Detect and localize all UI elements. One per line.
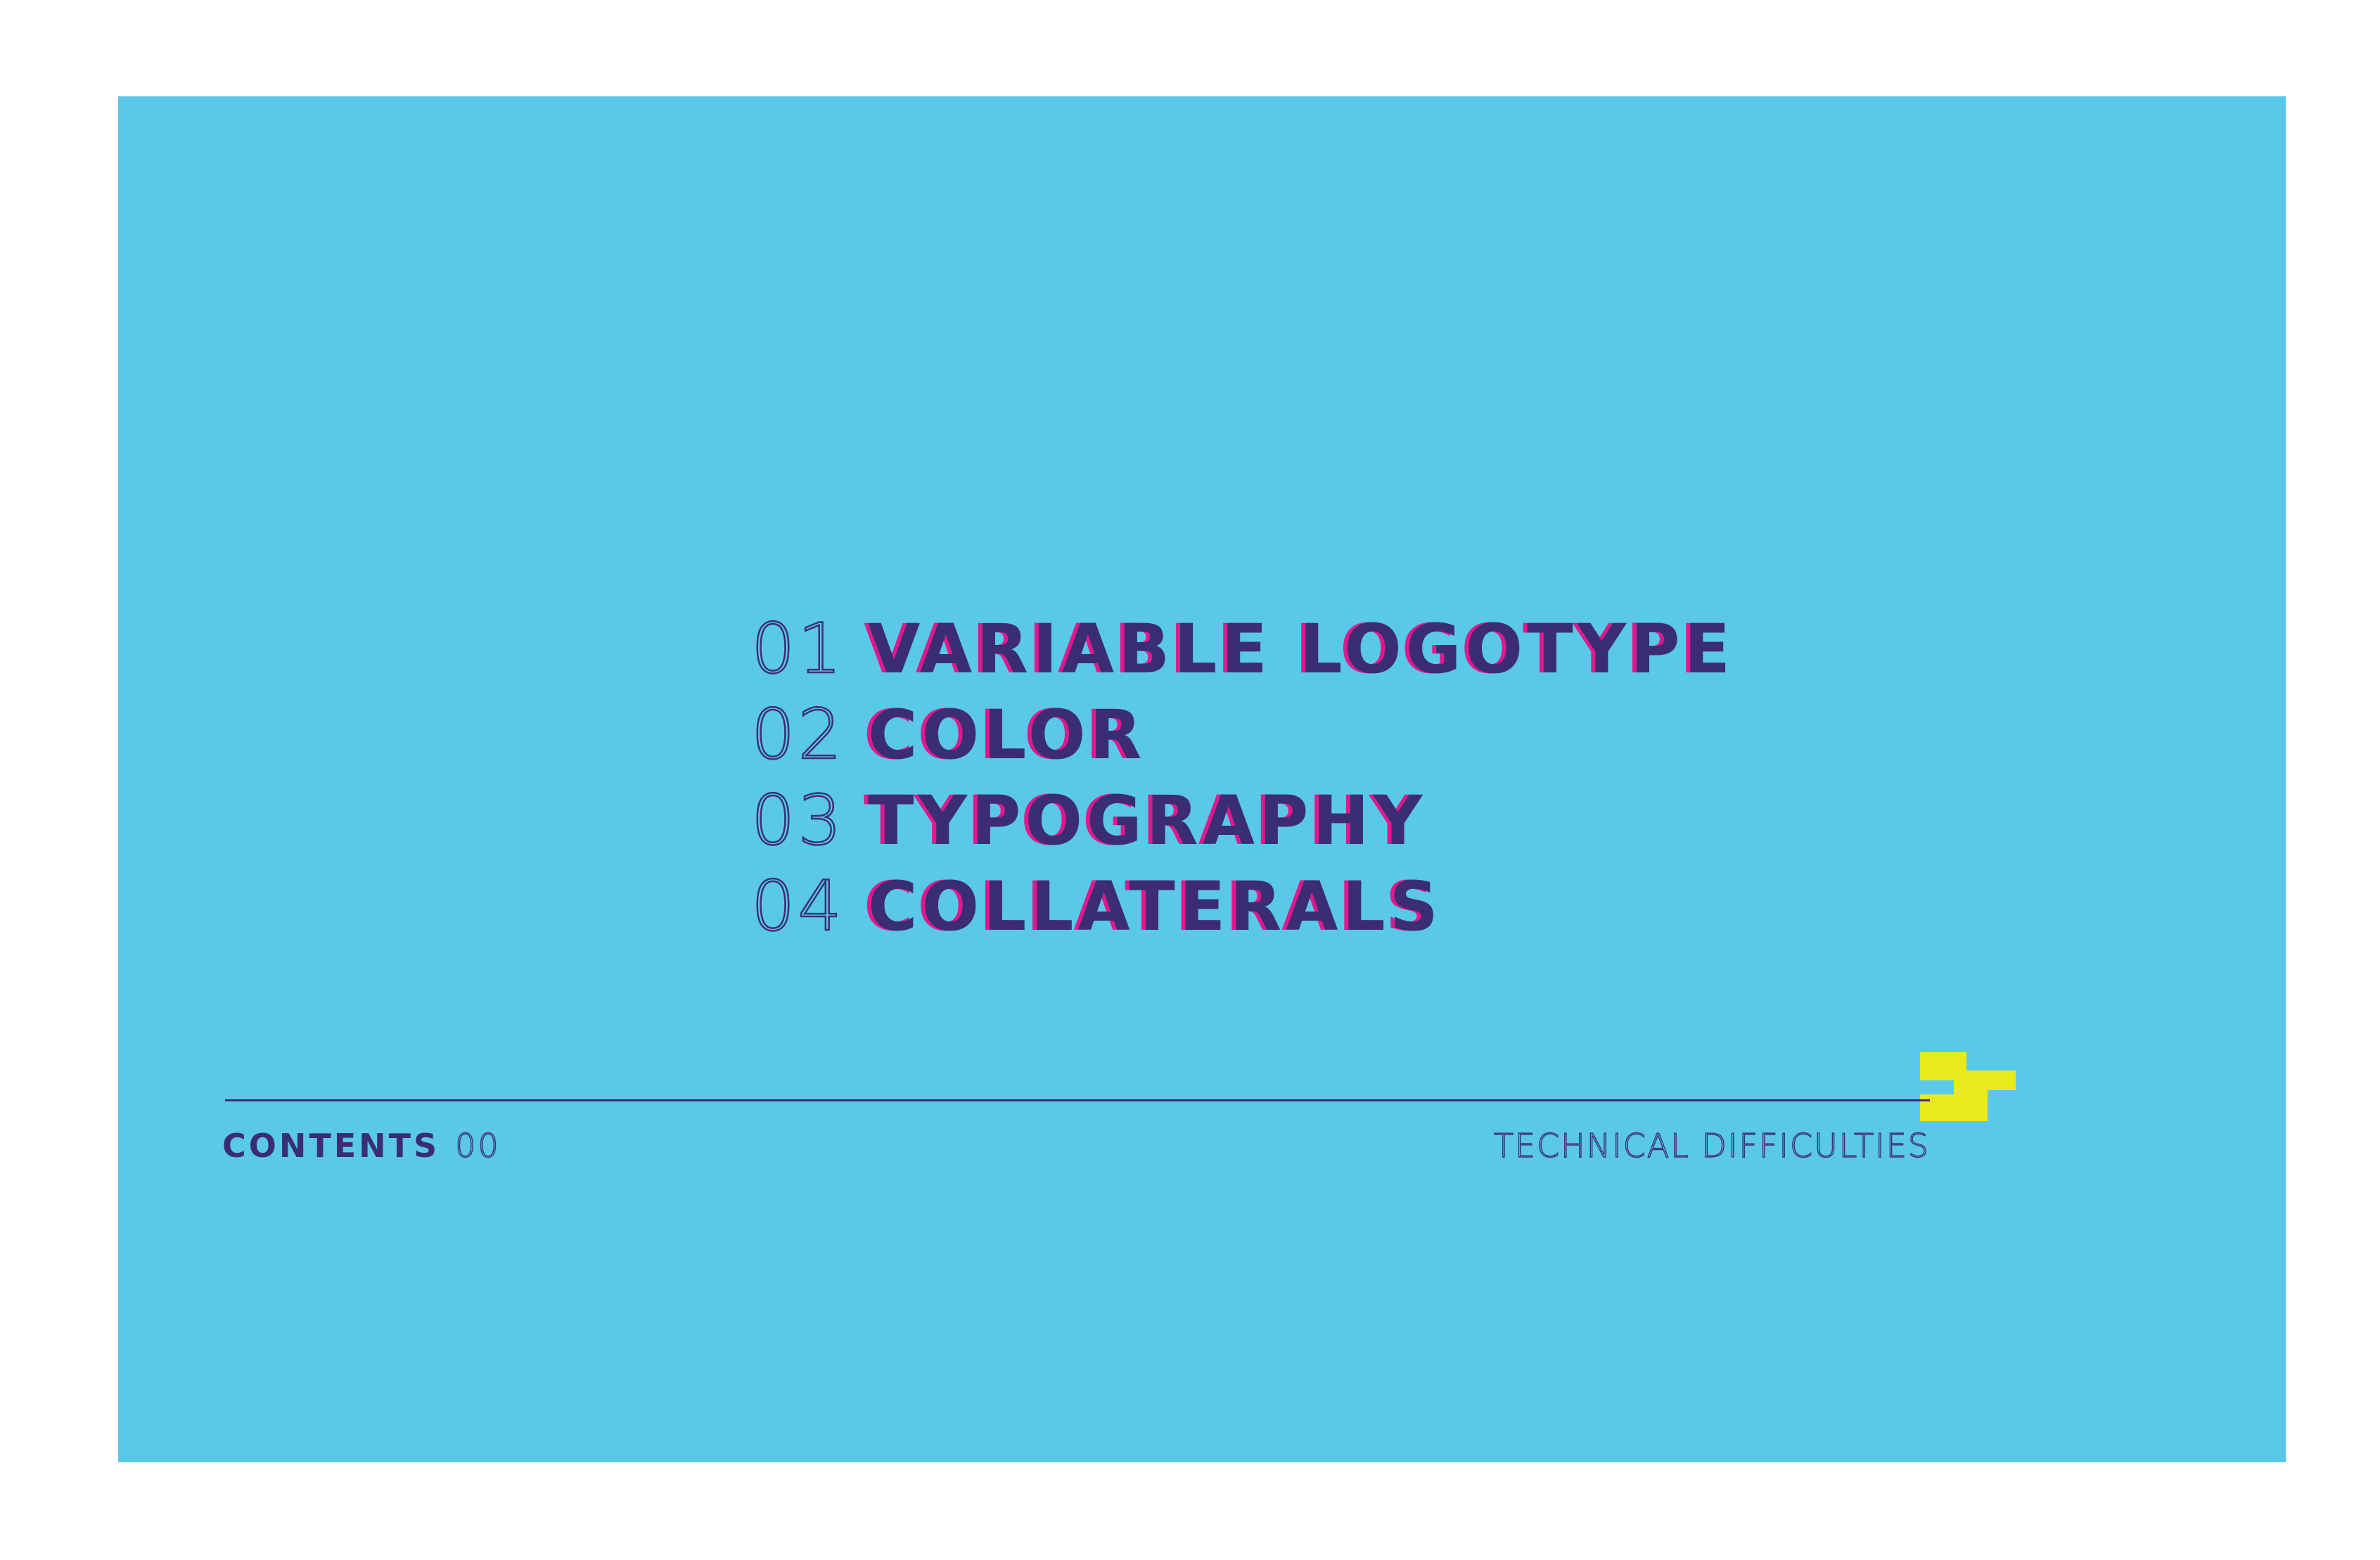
slide-panel: 01 VARIABLE LOGOTYPE 02 COLOR 03 TYPOGRA… [118,96,2286,1462]
footer-section: CONTENTS 00 [222,1121,501,1170]
contents-item[interactable]: 04 COLLATERALS [750,864,1734,950]
section-label: CONTENTS [222,1127,440,1165]
contents-item-title: VARIABLE LOGOTYPE [868,610,1735,689]
contents-item-number: 02 [750,695,845,775]
contents-item-number: 01 [750,609,845,689]
brand-name: TECHNICAL DIFFICULTIES [1493,1126,1930,1165]
contents-item-number: 03 [750,781,845,861]
contents-item-title: TYPOGRAPHY [868,781,1427,860]
contents-item-title: COLLATERALS [868,867,1442,946]
contents-item[interactable]: 02 COLOR [750,692,1734,778]
contents-item-number: 04 [750,867,845,947]
footer-divider [225,1099,1930,1101]
contents-item[interactable]: 03 TYPOGRAPHY [750,778,1734,864]
contents-item[interactable]: 01 VARIABLE LOGOTYPE [750,606,1735,692]
contents-item-title: COLOR [868,696,1146,774]
contents-list: 01 VARIABLE LOGOTYPE 02 COLOR 03 TYPOGRA… [750,606,1735,950]
page-number: 00 [454,1126,501,1165]
brand-mark-icon [1920,1052,2016,1121]
